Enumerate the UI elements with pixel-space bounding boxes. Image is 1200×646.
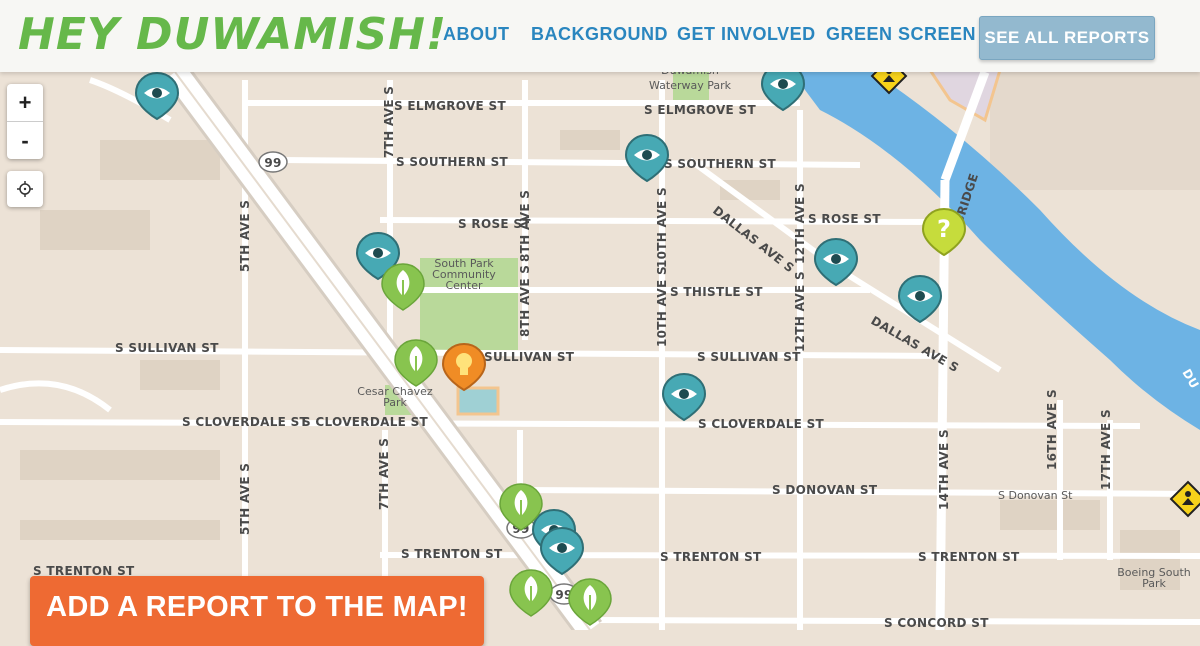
- street-label: S CLOVERDALE ST: [698, 417, 825, 431]
- street-label: S ELMGROVE ST: [394, 99, 506, 113]
- street-label: 5TH AVE S: [238, 200, 252, 272]
- poi-label: Park: [1142, 577, 1166, 590]
- street-label: S THISTLE ST: [670, 285, 763, 299]
- street-label: S TRENTON ST: [918, 550, 1020, 564]
- nav-get-involved[interactable]: GET INVOLVED: [677, 24, 816, 45]
- street-label: S TRENTON ST: [660, 550, 762, 564]
- street-label: 10TH AVE S: [655, 266, 669, 347]
- street-label: S SOUTHERN ST: [396, 155, 509, 169]
- zoom-out-button[interactable]: -: [7, 122, 43, 159]
- street-label: S TRENTON ST: [401, 547, 503, 561]
- map-canvas[interactable]: 99 99 99 S ELMGROVE ST S ELMGROVE ST S S…: [0, 0, 1200, 630]
- hwy-99-shield: 99: [258, 151, 288, 173]
- street-label: S SOUTHERN ST: [664, 157, 777, 171]
- nav-about[interactable]: ABOUT: [443, 24, 510, 45]
- street-label: S CLOVERDALE ST: [182, 415, 309, 429]
- nav-background[interactable]: BACKGROUND: [531, 24, 668, 45]
- see-all-reports-button[interactable]: SEE ALL REPORTS: [979, 16, 1155, 60]
- add-report-button[interactable]: ADD A REPORT TO THE MAP!: [30, 576, 484, 646]
- street-label: S ELMGROVE ST: [644, 103, 756, 117]
- street-label: 16TH AVE S: [1045, 389, 1059, 470]
- zoom-in-button[interactable]: +: [7, 84, 43, 122]
- street-label: 5TH AVE S: [238, 463, 252, 535]
- locate-button[interactable]: [7, 171, 43, 207]
- poi-label: Park: [383, 396, 407, 409]
- svg-text:?: ?: [937, 215, 951, 243]
- crosshair-icon: [17, 181, 33, 197]
- street-label: 8TH AVE S: [518, 190, 532, 262]
- nav-green-screen[interactable]: GREEN SCREEN: [826, 24, 976, 45]
- street-label: SULLIVAN ST: [484, 350, 575, 364]
- street-label: 12TH AVE S: [793, 183, 807, 264]
- poi-label: Center: [445, 279, 483, 292]
- street-label: 10TH AVE S: [655, 187, 669, 268]
- zoom-control: + -: [7, 84, 43, 159]
- street-label: S DONOVAN ST: [772, 483, 878, 497]
- site-logo[interactable]: HEY DUWAMISH!: [18, 6, 447, 64]
- street-label: S SULLIVAN ST: [115, 341, 219, 355]
- street-label: 7TH AVE S: [377, 438, 391, 510]
- street-label: 12TH AVE S: [793, 271, 807, 352]
- street-label: 14TH AVE S: [937, 429, 951, 510]
- street-label: S Donovan St: [998, 489, 1073, 502]
- street-label: S CLOVERDALE ST: [302, 415, 429, 429]
- site-header: HEY DUWAMISH! ABOUT BACKGROUND GET INVOL…: [0, 0, 1200, 72]
- street-label: S CONCORD ST: [884, 616, 989, 630]
- street-label: 7TH AVE S: [382, 86, 396, 158]
- street-label: 17TH AVE S: [1099, 409, 1113, 490]
- svg-text:99: 99: [264, 156, 281, 170]
- street-label: S ROSE ST: [808, 212, 881, 226]
- street-label: 8TH AVE S: [518, 265, 532, 337]
- poi-label: Waterway Park: [649, 79, 732, 92]
- street-label: S SULLIVAN ST: [697, 350, 801, 364]
